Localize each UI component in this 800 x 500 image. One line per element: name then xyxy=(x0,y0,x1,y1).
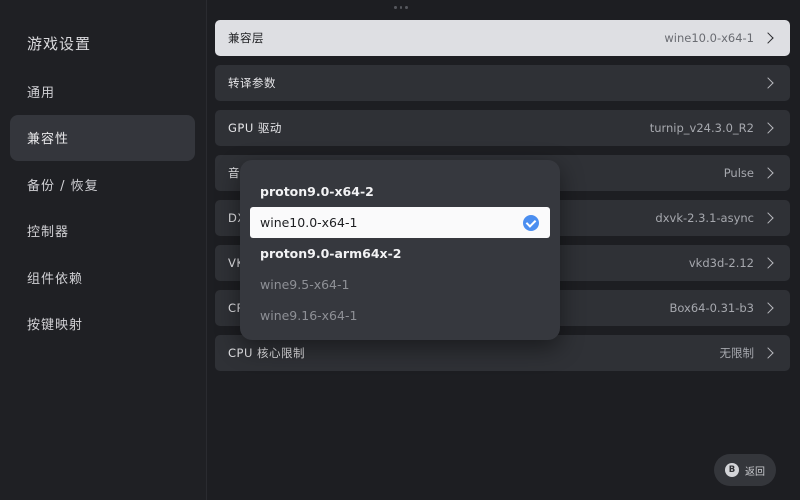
back-button[interactable]: B 返回 xyxy=(714,454,776,486)
setting-row-gpu-driver[interactable]: GPU 驱动 turnip_v24.3.0_R2 xyxy=(215,110,790,146)
setting-value: Box64-0.31-b3 xyxy=(669,301,754,315)
setting-value: Pulse xyxy=(723,166,754,180)
setting-value: turnip_v24.3.0_R2 xyxy=(649,121,754,135)
compat-layer-dropdown: proton9.0-x64-2 wine10.0-x64-1 proton9.0… xyxy=(240,160,560,340)
sidebar-item-key-mapping[interactable]: 按键映射 xyxy=(10,301,195,347)
chevron-right-icon xyxy=(762,212,774,224)
window-grip-handle[interactable] xyxy=(394,6,409,10)
dropdown-option[interactable]: proton9.0-x64-2 xyxy=(250,176,550,207)
setting-row-translation-params[interactable]: 转译参数 xyxy=(215,65,790,101)
sidebar-item-general[interactable]: 通用 xyxy=(10,68,195,114)
sidebar-divider xyxy=(206,0,207,500)
setting-row-compat-layer[interactable]: 兼容层 wine10.0-x64-1 xyxy=(215,20,790,56)
setting-row-cpu-core-limit[interactable]: CPU 核心限制 无限制 xyxy=(215,335,790,371)
b-button-icon: B xyxy=(725,463,739,477)
setting-value: dxvk-2.3.1-async xyxy=(655,211,754,225)
chevron-right-icon xyxy=(762,167,774,179)
setting-value: vkd3d-2.12 xyxy=(688,256,754,270)
sidebar-item-dependencies[interactable]: 组件依赖 xyxy=(10,254,195,300)
option-label: wine10.0-x64-1 xyxy=(260,215,358,230)
chevron-right-icon xyxy=(762,32,774,44)
dropdown-option-disabled: wine9.5-x64-1 xyxy=(250,269,550,300)
checkmark-icon xyxy=(523,214,539,231)
setting-label: 音 xyxy=(228,166,240,180)
sidebar-item-backup-restore[interactable]: 备份 / 恢复 xyxy=(10,161,195,207)
setting-value: 无限制 xyxy=(719,346,755,360)
chevron-right-icon xyxy=(762,77,774,89)
setting-label: CPU 核心限制 xyxy=(228,346,306,360)
chevron-right-icon xyxy=(762,122,774,134)
option-label: proton9.0-arm64x-2 xyxy=(260,246,402,261)
sidebar-nav: 通用 兼容性 备份 / 恢复 控制器 组件依赖 按键映射 xyxy=(10,68,195,347)
sidebar: 游戏设置 通用 兼容性 备份 / 恢复 控制器 组件依赖 按键映射 xyxy=(0,0,206,500)
sidebar-item-controller[interactable]: 控制器 xyxy=(10,208,195,254)
option-label: wine9.16-x64-1 xyxy=(260,308,358,323)
dropdown-option-selected[interactable]: wine10.0-x64-1 xyxy=(250,207,550,238)
dropdown-option-disabled: wine9.16-x64-1 xyxy=(250,300,550,331)
chevron-right-icon xyxy=(762,302,774,314)
option-label: wine9.5-x64-1 xyxy=(260,277,350,292)
option-label: proton9.0-x64-2 xyxy=(260,184,374,199)
sidebar-item-compatibility[interactable]: 兼容性 xyxy=(10,114,195,161)
chevron-right-icon xyxy=(762,257,774,269)
dropdown-option[interactable]: proton9.0-arm64x-2 xyxy=(250,238,550,269)
sidebar-title: 游戏设置 xyxy=(27,35,92,53)
setting-value: wine10.0-x64-1 xyxy=(664,31,754,45)
chevron-right-icon xyxy=(762,347,774,359)
setting-label: 兼容层 xyxy=(228,31,264,45)
setting-label: GPU 驱动 xyxy=(228,121,282,135)
back-button-label: 返回 xyxy=(745,466,765,478)
setting-label: 转译参数 xyxy=(228,76,276,90)
